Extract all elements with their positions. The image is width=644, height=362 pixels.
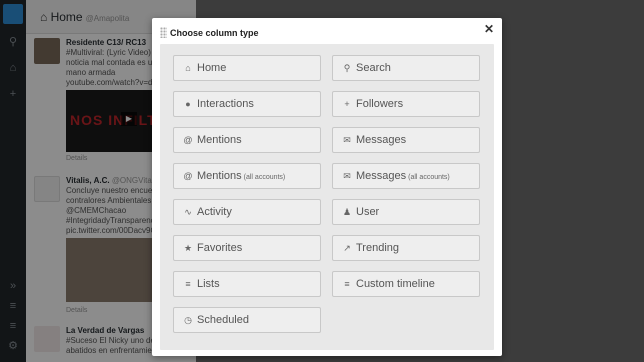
column-type-label: Favorites xyxy=(197,242,243,254)
dialog-title: Choose column type xyxy=(170,27,259,38)
column-type-label: Mentions xyxy=(197,170,242,182)
clock-icon: ◷ xyxy=(184,315,192,325)
column-type-home-button[interactable]: ⌂ Home xyxy=(173,55,321,81)
drag-handle-icon[interactable] xyxy=(160,27,167,39)
column-type-label: Messages xyxy=(356,170,407,182)
list-icon: ≡ xyxy=(185,279,191,289)
search-icon: ⚲ xyxy=(343,63,351,73)
column-type-custom-timeline-button[interactable]: ≡ Custom timeline xyxy=(332,271,480,297)
column-type-trending-button[interactable]: ↗ Trending xyxy=(332,235,480,261)
column-type-suffix: (all accounts) xyxy=(408,174,450,181)
column-type-label: Mentions xyxy=(197,134,242,146)
column-type-suffix: (all accounts) xyxy=(243,174,286,181)
envelope-icon: ✉ xyxy=(343,135,351,145)
column-type-search-button[interactable]: ⚲ Search xyxy=(332,55,480,81)
custom-timeline-icon: ≡ xyxy=(344,279,350,289)
column-type-label: Lists xyxy=(197,278,220,290)
dialog-header: Choose column type xyxy=(152,18,502,44)
column-type-label: Scheduled xyxy=(197,314,249,326)
column-type-activity-button[interactable]: ∿ Activity xyxy=(173,199,321,225)
choose-column-type-dialog: Choose column type ✕ ⌂ Home ⚲ Search ● Inte… xyxy=(152,18,502,356)
column-type-mentions-button[interactable]: @ Mentions xyxy=(173,127,321,153)
column-type-label: Search xyxy=(356,62,391,74)
column-type-label: Custom timeline xyxy=(356,278,435,290)
column-type-messages-all-accounts-button[interactable]: ✉ Messages (all accounts) xyxy=(332,163,480,189)
column-type-messages-button[interactable]: ✉ Messages xyxy=(332,127,480,153)
trending-icon: ↗ xyxy=(343,243,351,253)
person-icon: ♟ xyxy=(342,207,352,217)
column-type-label: Followers xyxy=(356,98,404,110)
close-button[interactable]: ✕ xyxy=(484,22,494,36)
column-type-lists-button[interactable]: ≡ Lists xyxy=(173,271,321,297)
column-type-label: Interactions xyxy=(197,98,254,110)
column-type-user-button[interactable]: ♟ User xyxy=(332,199,480,225)
column-type-mentions-all-accounts-button[interactable]: @ Mentions (all accounts) xyxy=(173,163,321,189)
column-type-scheduled-button[interactable]: ◷ Scheduled xyxy=(173,307,321,333)
column-type-followers-button[interactable]: + Followers xyxy=(332,91,480,117)
at-icon: @ xyxy=(183,135,193,145)
activity-icon: ∿ xyxy=(184,207,192,217)
add-person-icon: + xyxy=(344,99,350,109)
column-type-favorites-button[interactable]: ★ Favorites xyxy=(173,235,321,261)
column-type-label: Home xyxy=(197,62,227,74)
column-type-label: Trending xyxy=(356,242,400,254)
envelope-icon: ✉ xyxy=(343,171,351,181)
column-type-interactions-button[interactable]: ● Interactions xyxy=(173,91,321,117)
column-type-label: Messages xyxy=(356,134,407,146)
at-icon: @ xyxy=(183,171,193,181)
star-icon: ★ xyxy=(183,243,193,253)
column-type-label: User xyxy=(356,206,380,218)
column-type-label: Activity xyxy=(197,206,232,218)
speech-bubble-icon: ● xyxy=(185,99,191,109)
column-type-grid: ⌂ Home ⚲ Search ● Interactions + Followers @… xyxy=(160,44,494,350)
home-icon: ⌂ xyxy=(185,63,191,73)
